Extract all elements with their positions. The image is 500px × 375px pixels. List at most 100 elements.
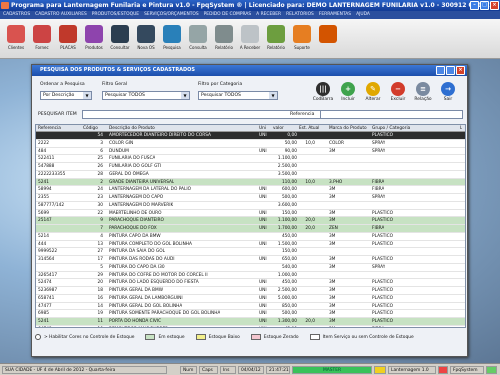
cell-uni: UNI <box>259 319 267 324</box>
table-row[interactable]: 25147 9 PARACHOQUE DIANTEIRO UNI 1.100,00 20,… <box>36 217 465 225</box>
toolbar-button-9[interactable]: A Receber <box>238 21 262 56</box>
cell-valor: 0,00 <box>287 133 297 138</box>
cell-marca: 3M <box>329 319 336 324</box>
toolbar-button-7[interactable]: Consulta <box>186 21 210 56</box>
toolbar-button-0[interactable]: Clientes <box>4 21 28 56</box>
table-row[interactable]: 5236987 18 PINTURA GERAL DA BMW UNI 2.500,00… <box>36 287 465 295</box>
dialog-close-icon[interactable]: × <box>456 66 465 75</box>
cell-marca: 3M <box>329 288 336 293</box>
toolbar-button-11[interactable]: Suporte <box>290 21 314 56</box>
cell-valor: 650,00 <box>281 257 297 262</box>
table-row[interactable]: 314564 17 PINTURA DAS RODAS DO AUDI UNI 650,… <box>36 256 465 264</box>
table-row[interactable]: 444 13 PINTURA COMPLETO DO GOL BOLINHA UNI 1… <box>36 241 465 249</box>
table-row[interactable]: 658741 16 PINTURA GERAL DA LAMBORGUINI UNI 5… <box>36 295 465 303</box>
table-row[interactable]: 6985 19 PINTURA SOMENTE PARACHOQUE DO GOL … <box>36 310 465 318</box>
toolbar-button-6[interactable]: Pesquisa <box>160 21 184 56</box>
cell-grupo: PLASTICO <box>372 241 394 247</box>
menu-item-5[interactable]: A RECEBER <box>256 11 281 19</box>
table-row[interactable]: 5241 11 PORTA DO HONDA CIVIC UNI 1.300,00 20,… <box>36 318 465 326</box>
toolbar-label: Pesquisa <box>163 45 181 50</box>
toolbar-button-1[interactable]: Fornec <box>30 21 54 56</box>
menu-item-2[interactable]: PRODUTOS/ESTOQUE <box>92 11 139 19</box>
toolbar-label: A Receber <box>239 45 261 50</box>
toolbar-button-4[interactable]: Consultar <box>108 21 132 56</box>
table-row[interactable]: 5 PINTURA DO CAPO DA I30 540,00 3M SPRAY <box>36 264 465 272</box>
edit-icon: ✎ <box>366 82 380 96</box>
cell-valor: 1.500,00 <box>277 241 297 247</box>
column-header: Marca do Produto <box>329 126 367 131</box>
products-grid: Referencia Código Descrição do Produto Uni v… <box>35 124 466 328</box>
cell-ref: 2222 <box>38 140 49 146</box>
table-row[interactable]: 2355 23 LANTERNAGEM DO CAPO UNI 500,00 3M SPRA… <box>36 194 465 202</box>
action-sair-button[interactable]: → Sair <box>437 82 459 102</box>
table-row[interactable]: 587777/142 30 LANTERNAGEM DO MARVERIK 3.600… <box>36 202 465 210</box>
close-icon[interactable]: × <box>490 1 499 10</box>
action-excluir-button[interactable]: − Excluir <box>387 82 409 102</box>
toolbar-button-5[interactable]: Nova OS <box>134 21 158 56</box>
table-row[interactable]: 5214 4 PINTURA CAPO DA BMW 450,00 3M PLASTICO <box>36 233 465 241</box>
column-header: Uni <box>259 126 267 131</box>
toolbar-button-3[interactable]: Produtos <box>82 21 106 56</box>
table-row[interactable]: 484 6 DUNDUM UNI 90,00 3M SPRAY <box>36 148 465 156</box>
chevron-down-icon: ▼ <box>181 92 189 99</box>
table-row[interactable]: 64748 10 REMOVEDOR MAIS RUBBER UNI 45,00 3M FI… <box>36 326 465 328</box>
table-row[interactable]: 54 AMORTECEDOR DIANTEIRO DIREITO DO CORSA… <box>36 132 465 140</box>
action-alterar-button[interactable]: ✎ Alterar <box>362 82 384 102</box>
table-row[interactable]: 3265417 29 PINTURA DO COFRE DO MOTOR DO CO… <box>36 272 465 280</box>
toolbar-button-8[interactable]: Relatório <box>212 21 236 56</box>
cell-uni: UNI <box>259 187 267 193</box>
cell-valor: 1.700,00 <box>277 226 297 231</box>
order-select[interactable]: Por Descrição ▼ <box>40 91 92 100</box>
filter-select[interactable]: Pesquisar TODOS ▼ <box>102 91 190 100</box>
cell-grupo: PLASTICO <box>372 319 394 324</box>
column-header: Referencia <box>38 126 61 131</box>
menu-item-7[interactable]: FERRAMENTAS <box>319 11 351 19</box>
cell-desc: LANTERNAGEM DO CAPO <box>109 195 164 200</box>
cell-grupo: PLASTICO <box>372 218 394 224</box>
cell-desc: GERAL DO ÔMEGA <box>109 171 149 177</box>
reference-input[interactable] <box>320 110 463 119</box>
table-row[interactable]: 2222 3 COLOR GIN 50,00 10,0 COLOR SPRAY <box>36 140 465 148</box>
table-row[interactable]: 5699 22 MAERTELINHO DE OURO UNI 150,00 3M PLAS… <box>36 210 465 218</box>
cell-code: 28 <box>97 171 103 177</box>
color-control-radio[interactable] <box>35 334 41 340</box>
toolbar-button-2[interactable]: PLACAS <box>56 21 80 56</box>
cell-uni: UNI <box>259 148 267 154</box>
table-row[interactable]: 547888 26 FUNILARIA DO GOLF GTI 2.500,00 <box>36 163 465 171</box>
menu-item-4[interactable]: PEDIDO DE COMPRAS <box>204 11 252 19</box>
category-select[interactable]: Pesquisar TODOS ▼ <box>198 91 278 100</box>
dialog-minimize-icon[interactable] <box>436 66 445 75</box>
minimize-icon[interactable]: – <box>470 1 479 10</box>
toolbar-button-12[interactable] <box>316 21 340 56</box>
menu-item-1[interactable]: CADASTRO AUXILIARES <box>35 11 87 19</box>
menu-item-3[interactable]: SERVIÇOS/ORÇAMENTOS <box>144 11 199 19</box>
menu-item-6[interactable]: RELATÓRIOS <box>286 11 314 19</box>
table-row[interactable]: 7 PARACHOQUE DO FOX UNI 1.700,00 20,0 ZEN FIBR… <box>36 225 465 233</box>
action-codbarra-button[interactable]: ||| CodBarra <box>312 82 334 102</box>
table-row[interactable]: 5241 2 GRADE DIANTEIRA UNIVERSAL 110,00 10,0… <box>36 178 465 187</box>
cell-marca: 3M <box>329 210 336 216</box>
table-row[interactable]: 522411 25 FUNILARIA DO FUSCA 1.100,00 <box>36 155 465 163</box>
toolbar-button-10[interactable]: Relatório <box>264 21 288 56</box>
table-row[interactable]: 9999522 27 PINTURA DA SAIA DO GOL 150,00 <box>36 248 465 256</box>
action-relação-button[interactable]: ≡ Relação <box>412 82 434 102</box>
table-row[interactable]: 52474 20 PINTURA DO LADO ESQUERDO DO FIEST… <box>36 279 465 287</box>
cell-valor: 150,00 <box>281 210 297 216</box>
app-title-bar: Programa para Lanternagem Funilaria e Pi… <box>0 0 500 11</box>
menu-item-0[interactable]: CADASTROS <box>3 11 30 19</box>
document-icon <box>137 25 155 43</box>
maximize-icon[interactable]: □ <box>480 1 489 10</box>
cell-ref: 5241 <box>38 319 49 324</box>
table-row[interactable]: 47477 14 PINTURA GERAL DO GOL BOLINHA UNI 85… <box>36 303 465 311</box>
app-title: Programa para Lanternagem Funilaria e Pi… <box>11 2 494 9</box>
table-row[interactable]: 58994 24 LANTERNAGEM DA LATERAL DO PALIO UN… <box>36 186 465 194</box>
category-select-value: Pesquisar TODOS <box>201 93 241 98</box>
exit-icon <box>319 25 337 43</box>
cell-code: 5 <box>100 264 103 270</box>
dialog-restore-icon[interactable] <box>446 66 455 75</box>
cell-code: 26 <box>97 164 103 169</box>
cell-est: 20,0 <box>305 218 315 224</box>
action-incluir-button[interactable]: + Incluir <box>337 82 359 102</box>
table-row[interactable]: 2222233355 28 GERAL DO ÔMEGA 3.500,00 <box>36 171 465 179</box>
menu-item-8[interactable]: AJUDA <box>356 11 370 19</box>
